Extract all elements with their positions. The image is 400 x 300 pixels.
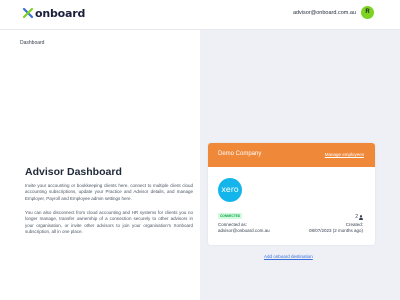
user-count-value: 2	[355, 214, 358, 220]
user-email[interactable]: advisor@onboard.com.au	[293, 10, 356, 16]
secondary-paragraph: You can also disconnect from cloud accou…	[25, 210, 193, 234]
logo-mark-icon	[22, 7, 34, 19]
manage-employees-link[interactable]: Manage employees	[325, 152, 364, 157]
avatar[interactable]: R	[361, 6, 374, 19]
intro-paragraph: Invite your accounting or bookkeeping cl…	[25, 183, 193, 201]
company-card: Demo Company Manage employees xero 2 CON…	[208, 143, 375, 245]
company-name: Demo Company	[218, 151, 262, 157]
page-title: Advisor Dashboard	[25, 166, 122, 178]
logo-text: onboard	[35, 6, 86, 20]
company-card-header: Demo Company Manage employees	[208, 143, 375, 167]
user-count: 2	[355, 214, 363, 220]
xero-logo: xero	[218, 178, 242, 202]
status-badge: CONNECTED	[218, 213, 243, 219]
xero-logo-text: xero	[221, 185, 239, 194]
app-logo[interactable]: onboard	[22, 6, 85, 20]
user-icon	[359, 214, 363, 220]
connected-as: Connected as: advisor@onboard.com.au	[218, 222, 270, 234]
connected-as-value: advisor@onboard.com.au	[218, 228, 270, 233]
top-bar: onboard advisor@onboard.com.au R	[0, 0, 400, 30]
breadcrumb[interactable]: Dashboard	[20, 40, 44, 46]
created-value: 08/07/2023 (2 months ago)	[308, 228, 363, 233]
created-info: Created: 08/07/2023 (2 months ago)	[309, 222, 363, 234]
add-destination-link[interactable]: Add onboard destination	[264, 254, 313, 259]
